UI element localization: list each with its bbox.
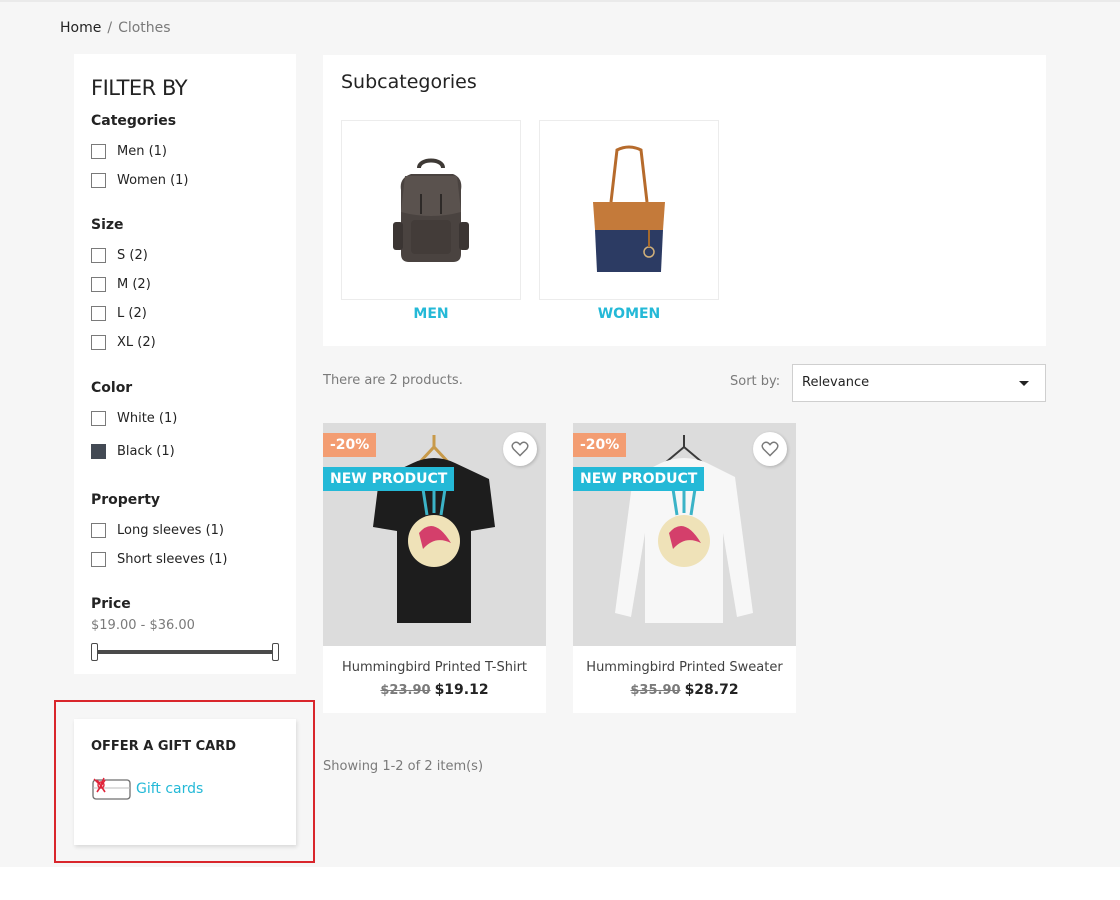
pagination-summary: Showing 1-2 of 2 item(s) — [323, 759, 484, 774]
filter-option-m[interactable]: M (2) — [91, 270, 156, 299]
gift-card-block: OFFER A GIFT CARD Gift cards — [74, 719, 296, 845]
price-slider-max-handle[interactable] — [272, 643, 279, 661]
checkbox[interactable] — [91, 306, 106, 321]
product-count: There are 2 products. — [323, 373, 463, 388]
discount-badge: -20% — [323, 433, 377, 457]
filter-title: FILTER BY — [91, 76, 188, 100]
filter-group-price: Price $19.00 - $36.00 — [91, 596, 279, 661]
product-name[interactable]: Hummingbird Printed T-Shirt — [323, 660, 546, 675]
color-swatch-black[interactable] — [91, 444, 106, 459]
filter-option-white[interactable]: White (1) — [91, 404, 177, 433]
wishlist-button[interactable] — [753, 432, 787, 466]
gift-card-heading: OFFER A GIFT CARD — [91, 739, 236, 754]
price-slider-min-handle[interactable] — [91, 643, 98, 661]
subcategories-heading: Subcategories — [341, 71, 477, 93]
product-prices: $23.90 $19.12 — [323, 682, 546, 698]
checkbox[interactable] — [91, 552, 106, 567]
filter-option-label: L (2) — [117, 306, 147, 321]
filter-group-property: Property Long sleeves (1) Short sleeves … — [91, 492, 227, 574]
filter-heading-size: Size — [91, 217, 124, 233]
sort-by-label: Sort by: — [730, 374, 781, 389]
checkbox[interactable] — [91, 523, 106, 538]
sort-select-value: Relevance — [802, 375, 870, 390]
price-range-text: $19.00 - $36.00 — [91, 618, 195, 633]
chevron-down-icon — [1019, 381, 1029, 386]
sort-select[interactable]: Relevance — [792, 364, 1046, 402]
filter-option-label: Women (1) — [117, 173, 189, 188]
filter-option-label: XL (2) — [117, 335, 156, 350]
price-slider[interactable] — [91, 643, 279, 661]
new-product-badge: NEW PRODUCT — [573, 467, 705, 491]
filter-option-l[interactable]: L (2) — [91, 299, 156, 328]
product-thumbnail[interactable]: -20% NEW PRODUCT — [323, 423, 546, 646]
checkbox[interactable] — [91, 335, 106, 350]
filter-group-size: Size S (2) M (2) L (2) XL (2) — [91, 217, 156, 357]
sale-price: $19.12 — [434, 682, 489, 698]
filter-option-women[interactable]: Women (1) — [91, 166, 189, 195]
filter-group-categories: Categories Men (1) Women (1) — [91, 113, 189, 195]
product-prices: $35.90 $28.72 — [573, 682, 796, 698]
sale-price: $28.72 — [684, 682, 739, 698]
backpack-icon — [393, 158, 469, 262]
subcategory-label-men[interactable]: MEN — [341, 306, 521, 322]
subcategory-label-women[interactable]: WOMEN — [539, 306, 719, 322]
breadcrumb: Home / Clothes — [60, 20, 171, 36]
filter-option-label: M (2) — [117, 277, 151, 292]
new-product-badge: NEW PRODUCT — [323, 467, 455, 491]
wishlist-button[interactable] — [503, 432, 537, 466]
color-swatch-white[interactable] — [91, 411, 106, 426]
filter-sidebar: FILTER BY Categories Men (1) Women (1) S… — [74, 54, 296, 674]
heart-icon — [511, 441, 529, 457]
checkbox[interactable] — [91, 248, 106, 263]
filter-heading-price: Price — [91, 596, 131, 612]
breadcrumb-current: Clothes — [118, 20, 171, 36]
product-card[interactable]: -20% NEW PRODUCT Hummingbird Printed Swe… — [573, 423, 796, 713]
checkbox[interactable] — [91, 277, 106, 292]
filter-heading-categories: Categories — [91, 113, 177, 129]
breadcrumb-separator: / — [107, 20, 113, 36]
filter-option-xl[interactable]: XL (2) — [91, 328, 156, 357]
regular-price: $35.90 — [630, 683, 681, 698]
filter-option-short-sleeves[interactable]: Short sleeves (1) — [91, 545, 227, 574]
subcategory-image-tote[interactable] — [539, 120, 719, 300]
regular-price: $23.90 — [380, 683, 431, 698]
filter-option-label: Men (1) — [117, 144, 168, 159]
price-slider-track — [94, 650, 276, 654]
subcategory-women[interactable]: WOMEN — [539, 120, 719, 322]
filter-option-label: S (2) — [117, 248, 148, 263]
filter-option-s[interactable]: S (2) — [91, 241, 156, 270]
filter-option-men[interactable]: Men (1) — [91, 137, 189, 166]
subcategory-image-backpack[interactable] — [341, 120, 521, 300]
filter-heading-color: Color — [91, 380, 133, 396]
product-card[interactable]: -20% NEW PRODUCT Hummingbird Printed T-S… — [323, 423, 546, 713]
filter-option-label: White (1) — [117, 411, 178, 426]
filter-option-label: Short sleeves (1) — [117, 552, 228, 567]
gift-cards-link[interactable]: Gift cards — [91, 776, 279, 802]
product-thumbnail[interactable]: -20% NEW PRODUCT — [573, 423, 796, 646]
filter-group-color: Color White (1) Black (1) — [91, 380, 177, 466]
heart-icon — [761, 441, 779, 457]
filter-option-black[interactable]: Black (1) — [91, 437, 177, 466]
filter-option-label: Black (1) — [117, 444, 175, 459]
subcategories-panel: Subcategories MEN WOMEN — [323, 55, 1046, 346]
gift-card-icon — [92, 777, 131, 800]
subcategory-men[interactable]: MEN — [341, 120, 521, 322]
checkbox[interactable] — [91, 144, 106, 159]
gift-cards-link-label: Gift cards — [136, 781, 204, 797]
filter-option-label: Long sleeves (1) — [117, 523, 224, 538]
discount-badge: -20% — [573, 433, 627, 457]
filter-heading-property: Property — [91, 492, 161, 508]
filter-option-long-sleeves[interactable]: Long sleeves (1) — [91, 516, 227, 545]
tote-bag-icon — [593, 145, 665, 272]
product-name[interactable]: Hummingbird Printed Sweater — [573, 660, 796, 675]
breadcrumb-home[interactable]: Home — [60, 20, 101, 36]
checkbox[interactable] — [91, 173, 106, 188]
